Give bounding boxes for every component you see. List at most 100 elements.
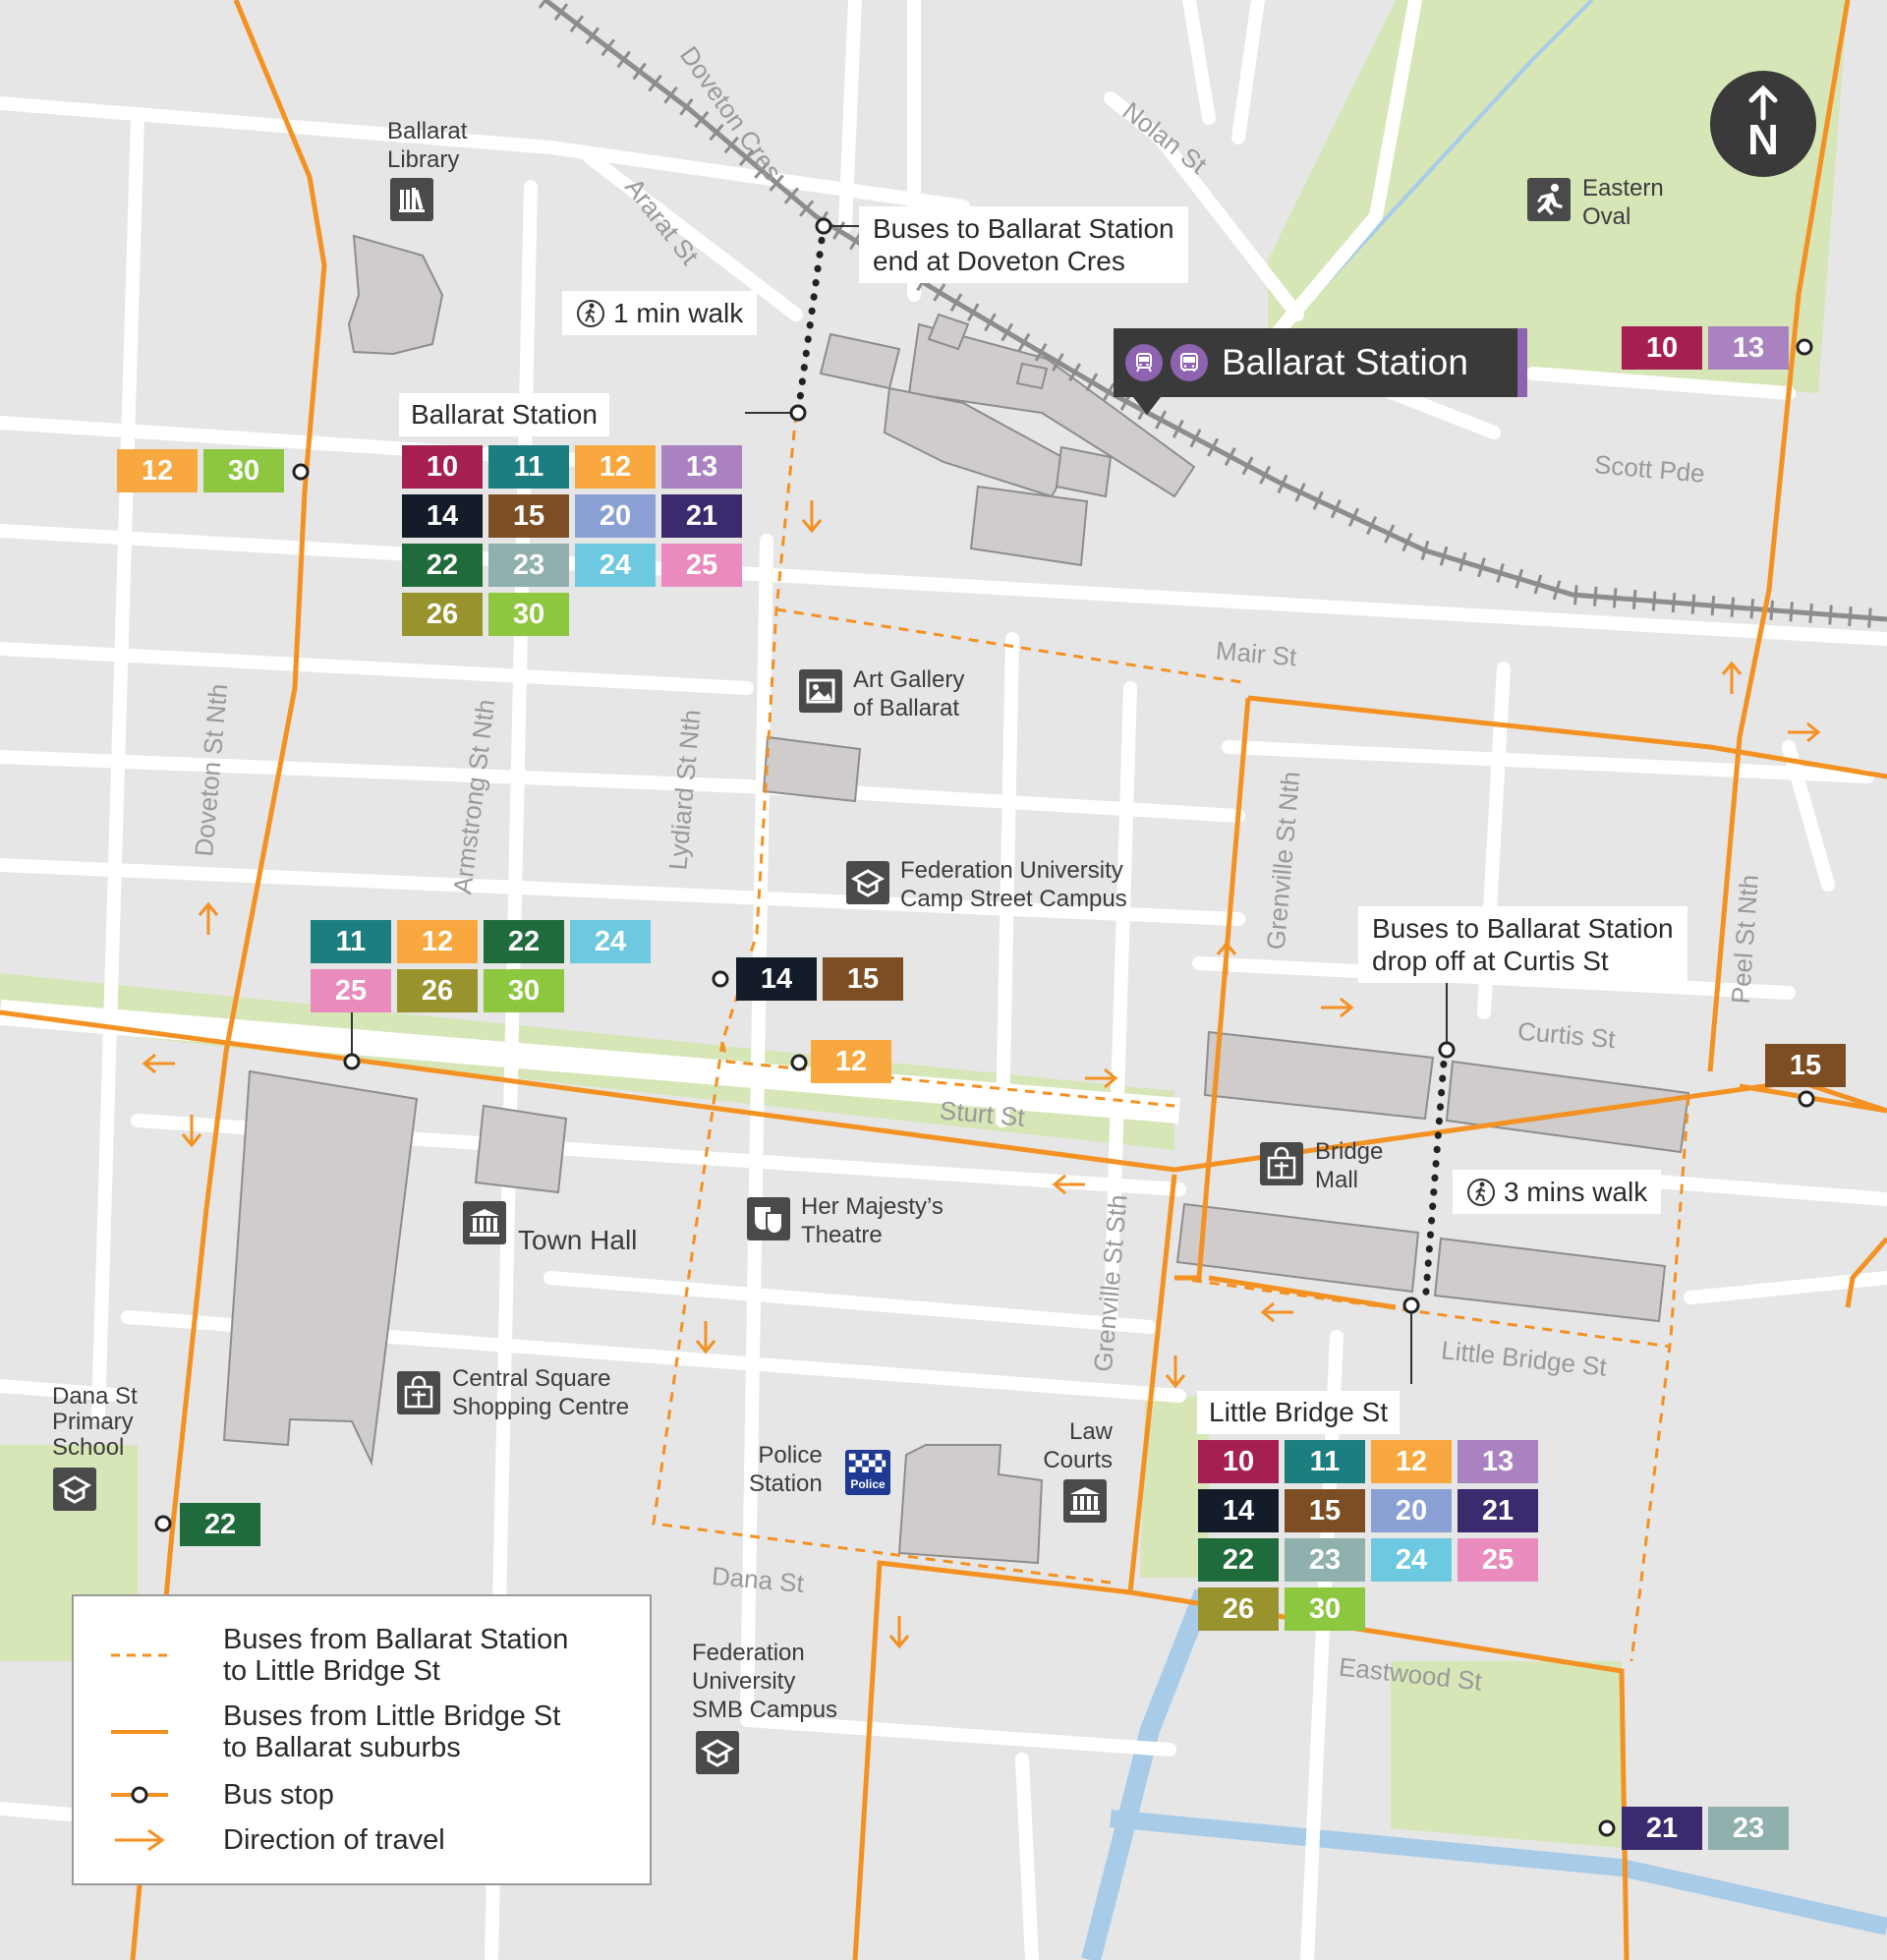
bus-stop	[1598, 1819, 1616, 1837]
route-badge-30: 30	[1285, 1587, 1365, 1631]
direction-arrow-swatch	[115, 1828, 165, 1852]
routes-doveton-north: 12 30	[117, 449, 284, 492]
route-badge-22: 22	[402, 544, 483, 587]
fed-uni-smb-icon	[696, 1731, 739, 1774]
town-hall-label: Town Hall	[518, 1225, 638, 1255]
rail-tie	[1710, 596, 1716, 616]
route-badge-20: 20	[575, 494, 656, 538]
ballarat-station-stop-label: Ballarat Station	[399, 393, 609, 436]
solid-line-swatch	[111, 1730, 168, 1734]
route-badge-23: 23	[488, 544, 569, 587]
her-majestys-label: Her Majesty’s Theatre	[801, 1193, 944, 1248]
route-badge-14: 14	[1198, 1489, 1279, 1532]
route-badge-10: 10	[1198, 1440, 1279, 1483]
station-banner-pointer	[1133, 397, 1161, 415]
central-square-label: Central Square Shopping Centre	[452, 1365, 630, 1420]
direction-arrow	[1260, 1301, 1293, 1323]
rail-tie	[1749, 599, 1755, 619]
rail-tie	[1730, 597, 1736, 617]
rail-tie	[1612, 588, 1618, 608]
routes-eastern-oval: 10 13	[1622, 326, 1789, 370]
route-badge-15: 15	[1765, 1044, 1846, 1087]
route-badge-23: 23	[1285, 1538, 1365, 1582]
theatre-icon	[747, 1197, 790, 1240]
rail-tie	[1592, 586, 1598, 606]
north-arrow: N	[1710, 71, 1816, 177]
train-icon	[1125, 344, 1163, 381]
route-badge-10: 10	[1622, 326, 1702, 370]
map-legend: Buses from Ballarat Station to Little Bri…	[72, 1594, 652, 1885]
route-badge-25: 25	[311, 969, 391, 1012]
direction-arrow	[1721, 661, 1743, 694]
bus-stop	[1438, 1041, 1456, 1059]
rail-tie	[1789, 602, 1794, 622]
bus-stop	[292, 463, 310, 481]
walk-3-callout: 3 mins walk	[1453, 1170, 1662, 1214]
legend-dashed-row: Buses from Ballarat Station to Little Bri…	[111, 1624, 568, 1687]
direction-arrow	[198, 901, 219, 935]
routes-doveton-south: 22	[180, 1503, 260, 1546]
dashed-line-swatch	[111, 1653, 168, 1657]
route-badge-15: 15	[823, 957, 903, 1001]
bus-icon	[1171, 344, 1208, 381]
eastern-oval-label: Eastern Oval	[1582, 175, 1664, 230]
legend-direction-row: Direction of travel	[111, 1824, 445, 1856]
bus-stop	[1402, 1297, 1420, 1314]
shopping-centre-icon	[397, 1371, 440, 1414]
route-badge-11: 11	[488, 445, 569, 489]
walk-line-station	[794, 222, 828, 417]
routes-curtis-east: 15	[1765, 1044, 1846, 1087]
routes-little-bridge-st: 10 11 12 13 14 15 20 21 22 23 24 25 26 30	[1198, 1440, 1538, 1631]
route-badge-11: 11	[1285, 1440, 1365, 1483]
station-banner-name: Ballarat Station	[1222, 342, 1468, 382]
police-station-label: Police Station	[749, 1442, 823, 1497]
law-courts-icon	[1063, 1479, 1107, 1523]
direction-arrow	[1321, 997, 1354, 1018]
rail-tie	[1828, 605, 1833, 625]
route-badge-30: 30	[484, 969, 564, 1012]
school-icon	[53, 1468, 96, 1511]
rail-tie	[1651, 591, 1657, 611]
route-badge-12: 12	[397, 920, 478, 963]
route-badge-26: 26	[1198, 1587, 1279, 1631]
police-icon: Police	[845, 1450, 890, 1495]
rail-tie	[1769, 600, 1774, 620]
town-hall-icon	[463, 1201, 506, 1244]
rail-tie	[1671, 592, 1677, 613]
fed-uni-camp-label: Federation University Camp Street Campus	[900, 857, 1127, 912]
route-badge-13: 13	[661, 445, 742, 489]
direction-arrow	[1165, 1355, 1186, 1389]
route-badge-25: 25	[661, 544, 742, 587]
direction-arrow	[142, 1053, 175, 1074]
route-badge-22: 22	[180, 1503, 260, 1546]
route-badge-22: 22	[1198, 1538, 1279, 1582]
police-badge-text: Police	[850, 1477, 886, 1491]
routes-eastwood: 21 23	[1622, 1807, 1789, 1850]
route-badge-21: 21	[1458, 1489, 1538, 1532]
route-badge-13: 13	[1708, 326, 1789, 370]
sports-icon	[1527, 178, 1571, 221]
routes-sturt-st: 11 12 22 24 25 26 30	[311, 920, 651, 1012]
rail-tie	[1573, 585, 1578, 605]
direction-arrow	[695, 1321, 716, 1355]
bus-stop	[154, 1515, 172, 1532]
direction-arrow	[888, 1616, 910, 1649]
shopping-mall-icon	[1260, 1142, 1303, 1185]
law-courts-label: Law Courts	[1043, 1418, 1113, 1473]
route-badge-13: 13	[1458, 1440, 1538, 1483]
rail-tie	[1867, 607, 1872, 628]
bus-stop	[790, 1054, 808, 1071]
doveton-end-callout: Buses to Ballarat Station end at Doveton …	[859, 206, 1188, 283]
legend-stop-row: Bus stop	[111, 1779, 334, 1811]
bus-stop	[712, 970, 729, 988]
route-badge-22: 22	[484, 920, 564, 963]
bridge-mall-label: Bridge Mall	[1315, 1138, 1384, 1193]
route-badge-12: 12	[1371, 1440, 1452, 1483]
routes-lydiard: 14 15	[736, 957, 903, 1001]
route-badge-21: 21	[661, 494, 742, 538]
station-banner: Ballarat Station	[1114, 328, 1527, 415]
route-badge-24: 24	[570, 920, 651, 963]
route-badge-15: 15	[488, 494, 569, 538]
route-badge-24: 24	[1371, 1538, 1452, 1582]
direction-arrow	[1788, 721, 1821, 743]
